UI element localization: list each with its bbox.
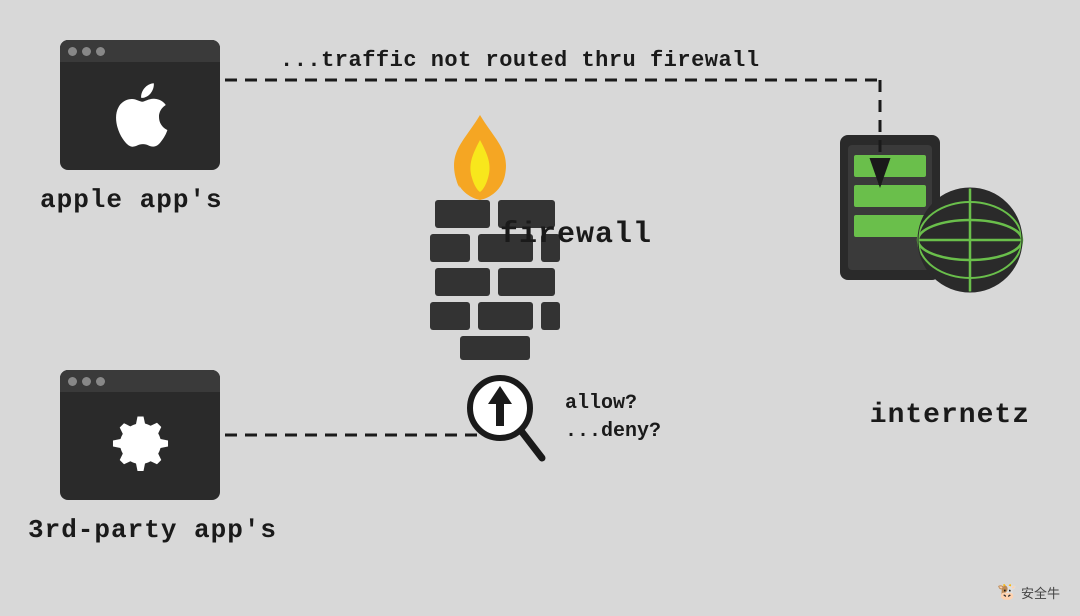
watermark-icon: 🐮 [997, 582, 1017, 602]
watermark: 🐮 安全牛 [997, 582, 1060, 602]
firewall-label: firewall [500, 218, 652, 252]
magnify-allow-deny-group [460, 370, 550, 475]
party-titlebar-dot-2 [82, 377, 91, 386]
gear-icon [103, 409, 178, 484]
apple-app-box [60, 40, 220, 170]
apple-label: apple app's [40, 185, 223, 215]
flame-icon [420, 110, 540, 230]
party-app-box [60, 370, 220, 500]
apple-box-content [60, 62, 220, 170]
party-titlebar-dot-1 [68, 377, 77, 386]
titlebar-dot-3 [96, 47, 105, 56]
allow-deny-label: allow? ...deny? [565, 390, 661, 446]
party-titlebar-dot-3 [96, 377, 105, 386]
titlebar-dot-2 [82, 47, 91, 56]
internet-icon [840, 120, 1025, 320]
internet-label: internetz [870, 400, 1030, 431]
magnifier-icon [460, 370, 550, 470]
apple-box-titlebar [60, 40, 220, 62]
internet-group [840, 120, 1025, 325]
traffic-label: ...traffic not routed thru firewall [280, 48, 760, 73]
titlebar-dot-1 [68, 47, 77, 56]
party-label: 3rd-party app's [28, 515, 277, 545]
apple-logo-icon [104, 75, 176, 157]
watermark-text: 安全牛 [1021, 583, 1060, 602]
party-box-content [60, 392, 220, 500]
party-box-titlebar [60, 370, 220, 392]
